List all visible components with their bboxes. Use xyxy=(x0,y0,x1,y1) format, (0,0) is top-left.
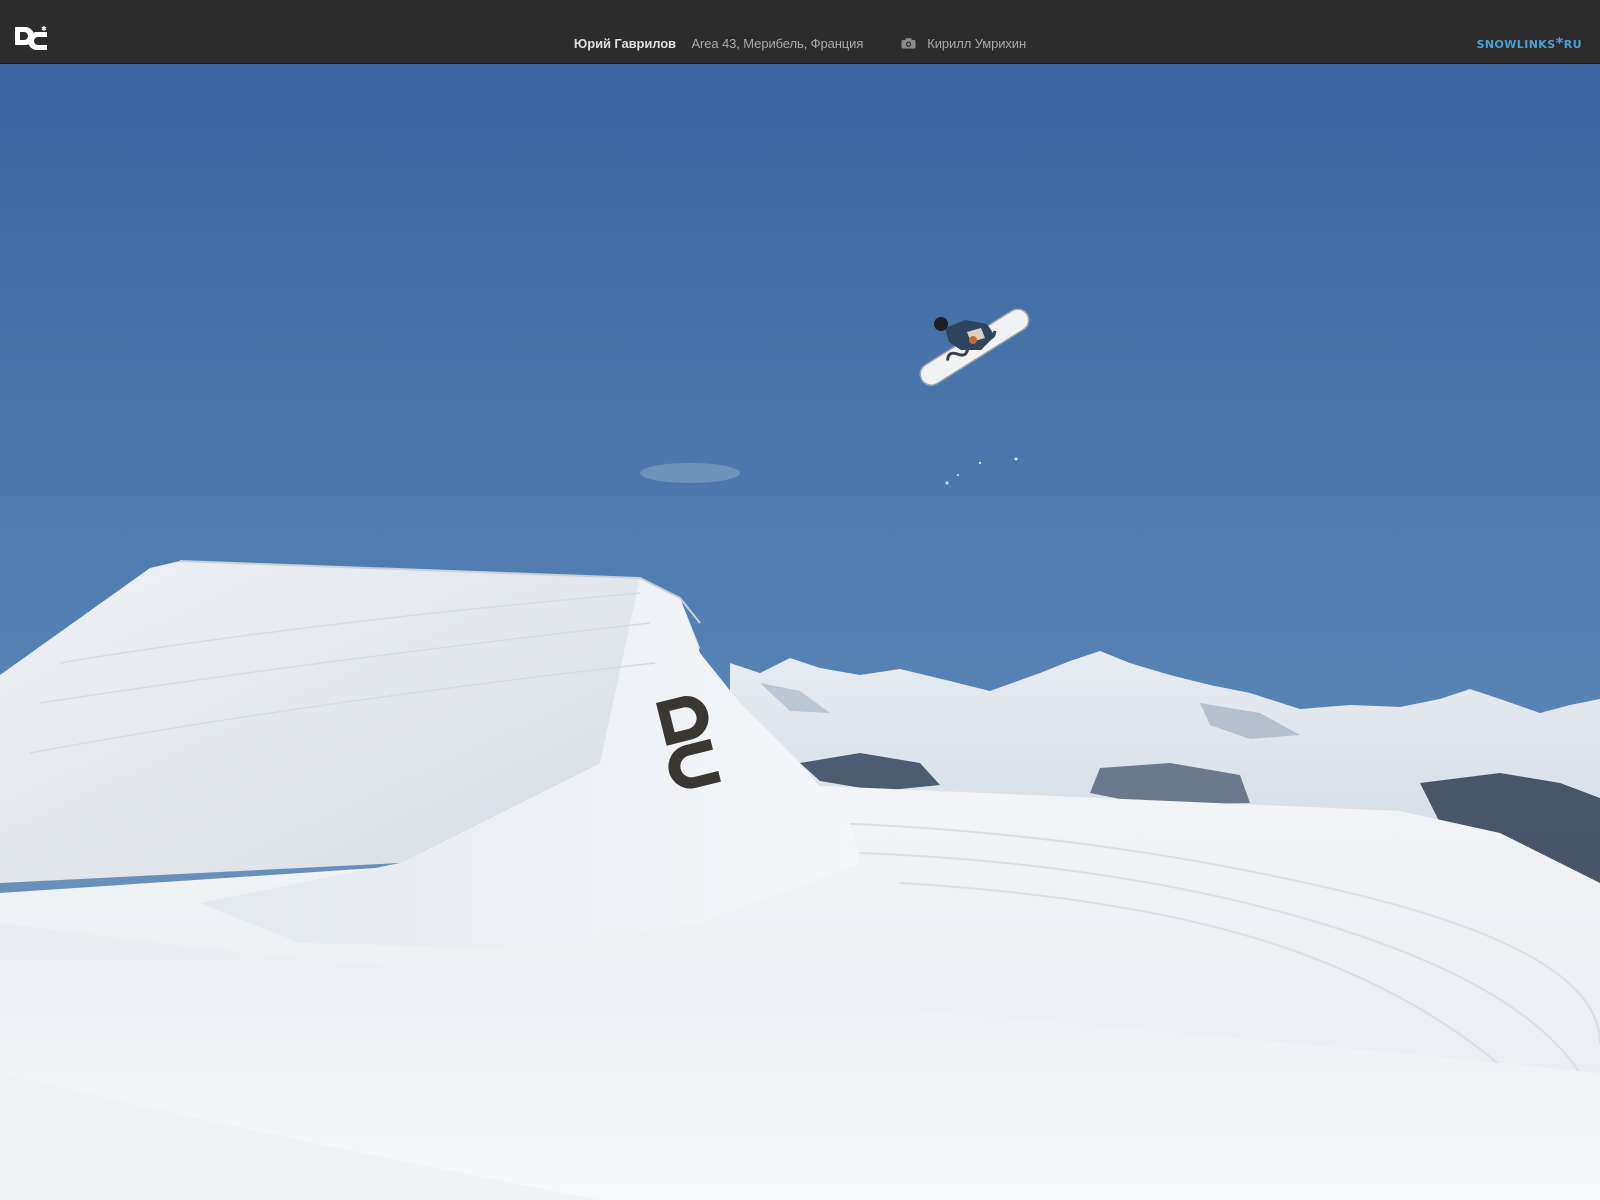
camera-icon xyxy=(901,38,916,49)
svg-text:✱: ✱ xyxy=(41,25,47,33)
photo-caption: Юрий Гаврилов Area 43, Мерибель, Франция… xyxy=(0,36,1600,51)
photo-location: Area 43, Мерибель, Франция xyxy=(691,36,864,51)
photographer-name: Кирилл Умрихин xyxy=(927,36,1027,51)
rider-helmet xyxy=(934,317,948,331)
rider-name: Юрий Гаврилов xyxy=(573,36,676,51)
site-logo[interactable]: SNOWLINKS*RU xyxy=(1477,34,1582,52)
top-bar: ✱ Юрий Гаврилов Area 43, Мерибель, Франц… xyxy=(0,0,1600,64)
wallpaper-page: ✱ Юрий Гаврилов Area 43, Мерибель, Франц… xyxy=(0,0,1600,1200)
small-cloud xyxy=(640,463,740,483)
photo-scene xyxy=(0,63,1600,1200)
snowboard-photo xyxy=(0,63,1600,1200)
